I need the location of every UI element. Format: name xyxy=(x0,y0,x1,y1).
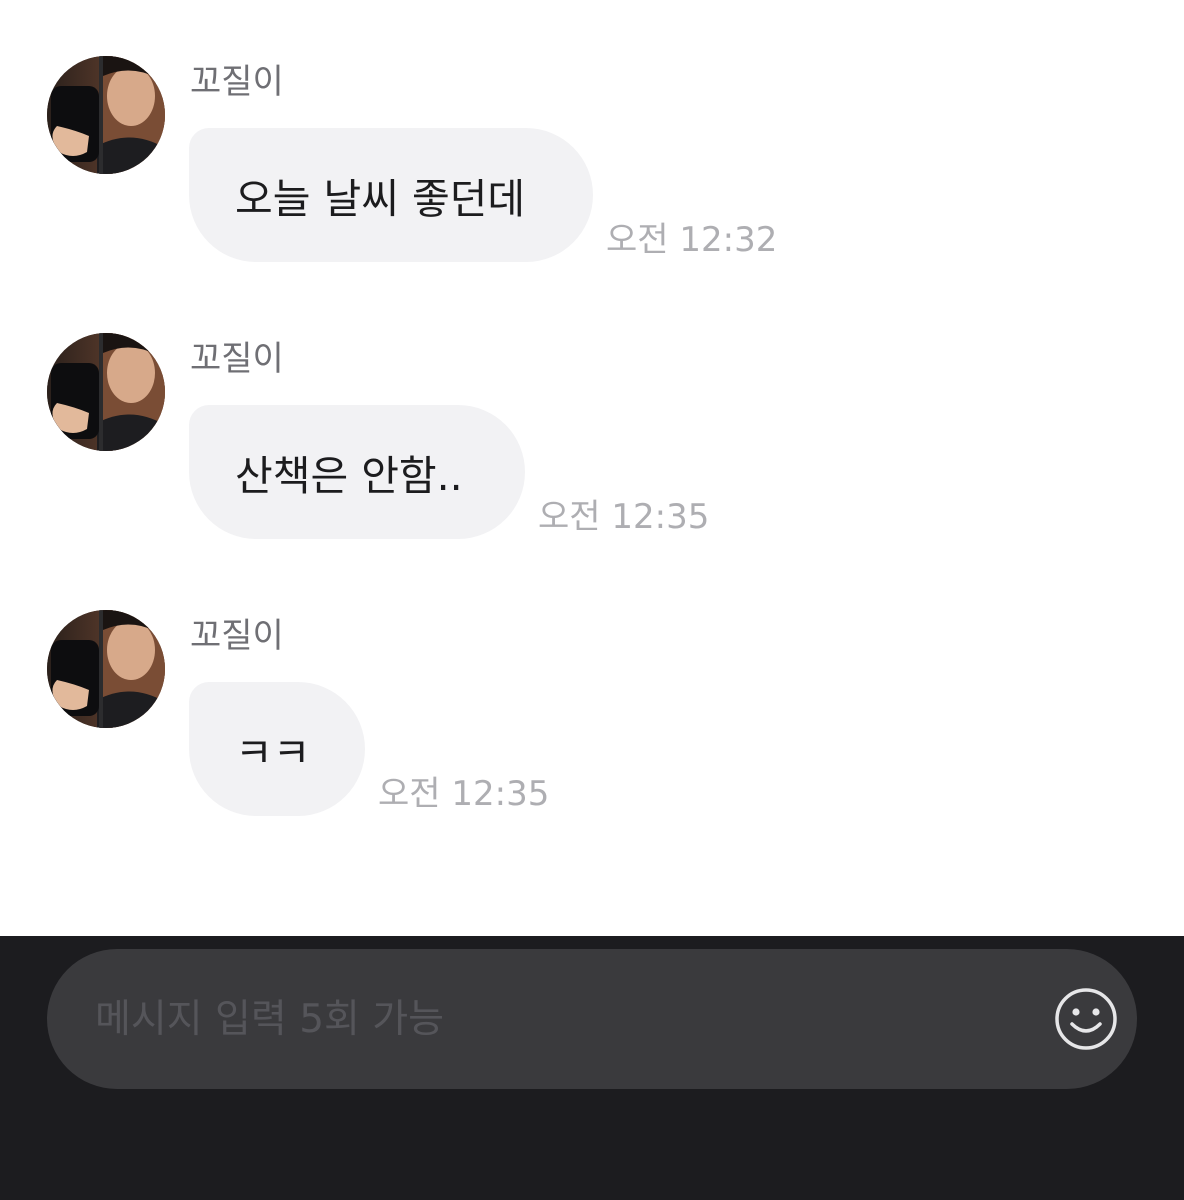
avatar[interactable] xyxy=(47,333,165,451)
avatar-photo xyxy=(47,610,165,728)
avatar[interactable] xyxy=(47,610,165,728)
message-timestamp: 오전 12:35 xyxy=(538,497,710,537)
message-text: 오늘 날씨 좋던데 xyxy=(235,175,526,223)
sender-name: 꼬질이 xyxy=(190,339,284,379)
message-timestamp: 오전 12:32 xyxy=(606,220,778,260)
sender-name: 꼬질이 xyxy=(190,616,284,656)
message-timestamp: 오전 12:35 xyxy=(378,774,550,814)
message-bubble[interactable]: 산책은 안함.. xyxy=(189,405,525,539)
avatar-photo xyxy=(47,56,165,174)
emoji-button[interactable] xyxy=(1053,986,1119,1052)
message-bubble[interactable]: 오늘 날씨 좋던데 xyxy=(189,128,593,262)
sender-name: 꼬질이 xyxy=(190,62,284,102)
message-composer xyxy=(0,936,1184,1200)
message-list[interactable]: 꼬질이 오늘 날씨 좋던데 오전 12:32 꼬질이 산책은 안함.. 오전 1… xyxy=(0,0,1184,936)
avatar[interactable] xyxy=(47,56,165,174)
message-input-container[interactable] xyxy=(47,949,1137,1089)
message-bubble[interactable]: ㅋㅋ xyxy=(189,682,365,816)
avatar-photo xyxy=(47,333,165,451)
message-text: ㅋㅋ xyxy=(235,729,311,777)
smiley-icon xyxy=(1055,988,1117,1050)
message-input[interactable] xyxy=(95,996,1053,1042)
message-text: 산책은 안함.. xyxy=(235,452,463,500)
chat-screen: 꼬질이 오늘 날씨 좋던데 오전 12:32 꼬질이 산책은 안함.. 오전 1… xyxy=(0,0,1184,1200)
